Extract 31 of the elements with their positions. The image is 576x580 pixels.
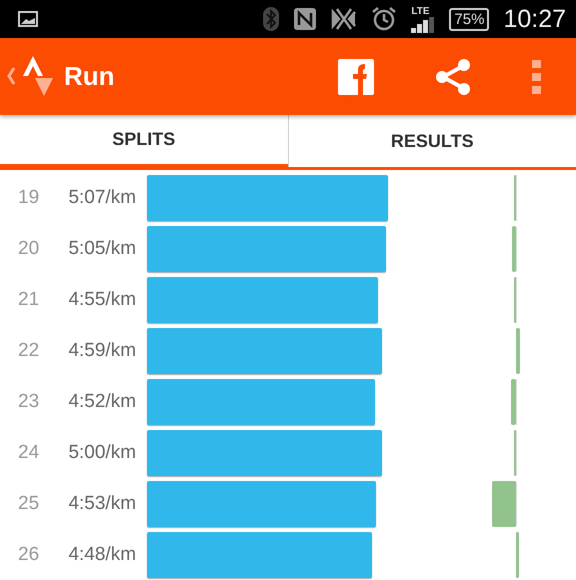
elevation-bar: [492, 480, 516, 526]
split-pace: 4:52/km: [68, 390, 138, 412]
vibrate-off-icon: [331, 6, 358, 32]
elevation-bar: [512, 226, 516, 272]
alarm-icon: [371, 6, 398, 32]
clock: 10:27: [503, 4, 566, 34]
battery-level: 75%: [449, 8, 490, 31]
network-type: LTE: [411, 6, 430, 17]
split-pace: 4:55/km: [68, 288, 138, 310]
split-number: 22: [17, 340, 40, 362]
elevation-bar: [516, 328, 520, 374]
split-number: 20: [17, 238, 40, 260]
elevation-bar: [516, 532, 520, 578]
split-number: 24: [17, 442, 40, 464]
split-number: 26: [17, 544, 40, 566]
nfc-icon: [293, 7, 318, 32]
split-pace: 5:00/km: [68, 442, 138, 464]
split-pace: 5:07/km: [68, 186, 138, 208]
split-number: 23: [17, 390, 40, 412]
split-number: 25: [17, 492, 40, 514]
image-icon: [18, 11, 38, 28]
split-number: 21: [17, 288, 40, 310]
split-pace: 5:05/km: [68, 238, 138, 260]
split-pace: 4:48/km: [68, 544, 138, 566]
screen-title: Run: [64, 61, 115, 92]
split-pace: 4:53/km: [68, 492, 138, 514]
split-number: 19: [17, 186, 40, 208]
signal-icon: [411, 16, 436, 33]
split-pace: 4:59/km: [68, 340, 138, 362]
elevation-bar: [510, 378, 516, 424]
bluetooth-icon: [263, 7, 280, 32]
